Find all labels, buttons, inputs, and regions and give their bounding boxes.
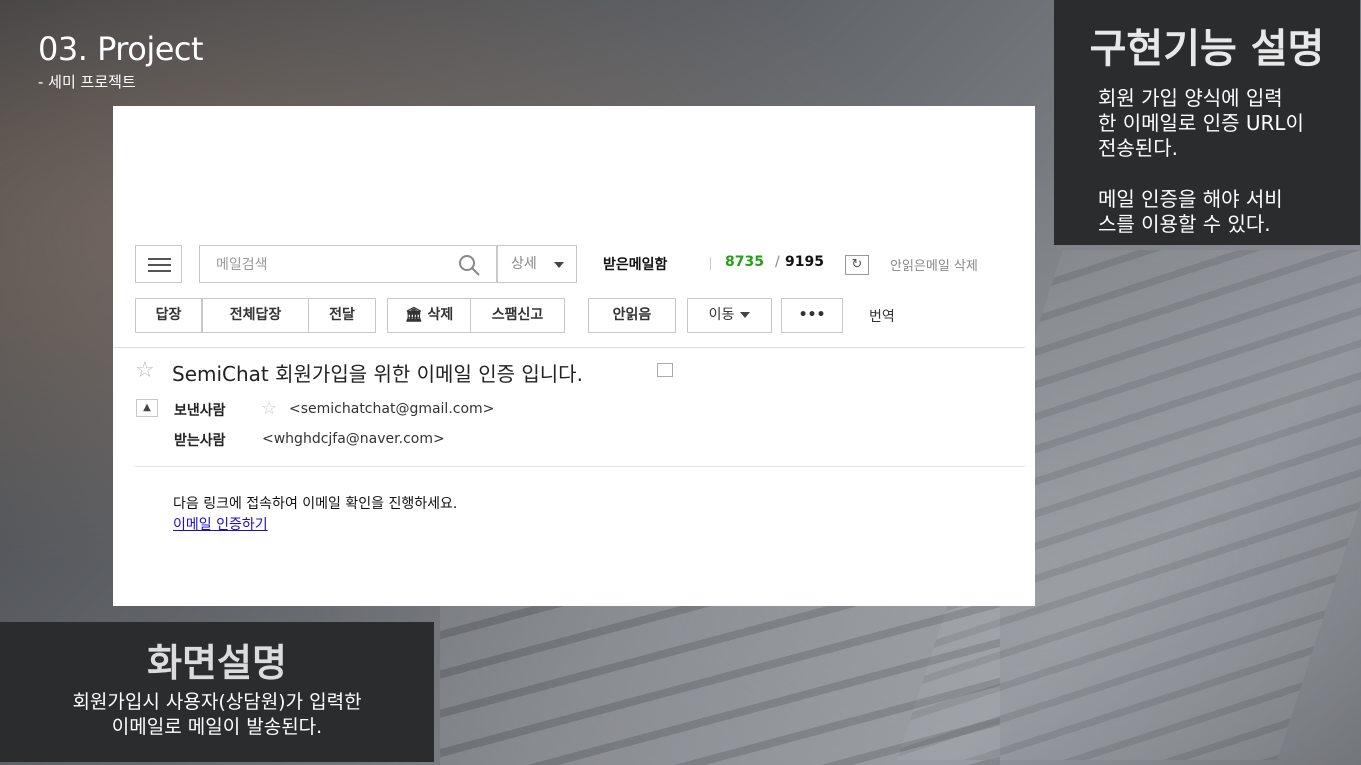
move-dropdown[interactable]: 이동: [687, 298, 772, 333]
mark-unread-button[interactable]: 안읽음: [588, 298, 676, 333]
delete-button[interactable]: 🏛 삭제: [387, 298, 471, 333]
reply-button[interactable]: 답장: [135, 298, 202, 333]
feature-text-1: 회원 가입 양식에 입력 한 이메일로 인증 URL이 전송된다.: [1098, 86, 1348, 161]
chevron-down-icon: [740, 312, 751, 318]
forward-button[interactable]: 전달: [308, 298, 376, 333]
screen-heading: 화면설명: [147, 641, 287, 685]
search-detail-label: 상세: [511, 256, 537, 272]
translate-button[interactable]: 번역: [869, 306, 895, 326]
mail-subject: SemiChat 회원가입을 위한 이메일 인증 입니다.: [172, 362, 583, 386]
mail-top-toolbar: 상세 받은메일함 8735 / 9195 ↻ 안읽은메일 삭제: [135, 245, 1015, 283]
from-label: 보낸사람: [174, 403, 226, 419]
search-detail-dropdown[interactable]: 상세: [497, 245, 577, 283]
reply-all-button[interactable]: 전체답장: [202, 298, 309, 333]
to-address[interactable]: <whghdcjfa@naver.com>: [262, 431, 445, 447]
mail-screenshot: 상세 받은메일함 8735 / 9195 ↻ 안읽은메일 삭제 답장 전체답장 …: [113, 106, 1035, 606]
hamburger-line-icon: [148, 270, 171, 272]
hamburger-line-icon: [148, 264, 171, 266]
slide-title: 03. Project: [38, 30, 204, 68]
refresh-icon[interactable]: ↻: [845, 255, 869, 275]
mail-search-input[interactable]: [216, 255, 446, 275]
unread-count[interactable]: 8735: [725, 254, 764, 270]
mail-search-box: [199, 245, 497, 283]
collapse-header-button[interactable]: ▲: [136, 399, 158, 417]
background-keyboard-decoration-lower: [440, 600, 1000, 765]
spam-report-button[interactable]: 스팸신고: [470, 298, 565, 333]
star-icon[interactable]: ☆: [135, 358, 155, 383]
feature-text-2-line-2: 스를 이용할 수 있다.: [1098, 212, 1271, 236]
more-options-button[interactable]: •••: [781, 298, 843, 333]
count-separator: /: [775, 254, 780, 270]
sender-star-icon[interactable]: ☆: [261, 398, 277, 419]
search-icon[interactable]: [458, 254, 480, 276]
feature-description-panel: 구현기능 설명 회원 가입 양식에 입력 한 이메일로 인증 URL이 전송된다…: [1054, 0, 1360, 245]
mail-body-text: 다음 링크에 접속하여 이메일 확인을 진행하세요.: [173, 496, 458, 512]
mail-action-toolbar: 답장 전체답장 전달 🏛 삭제 스팸신고 안읽음 이동 ••• 번역: [135, 298, 1015, 333]
from-address[interactable]: <semichatchat@gmail.com>: [289, 401, 494, 417]
delete-unread-button[interactable]: 안읽은메일 삭제: [890, 255, 978, 274]
screen-text-line-1: 회원가입시 사용자(상담원)가 입력한: [72, 691, 362, 713]
slide-subtitle: - 세미 프로젝트: [38, 73, 136, 91]
move-label: 이동: [708, 307, 735, 323]
feature-heading: 구현기능 설명: [1089, 26, 1325, 72]
to-label: 받는사람: [174, 433, 226, 449]
feature-text-1-line-2: 한 이메일로 인증 URL이: [1098, 111, 1304, 135]
feature-text-2-line-1: 메일 인증을 해야 서비: [1098, 187, 1283, 211]
feature-text-2: 메일 인증을 해야 서비 스를 이용할 수 있다.: [1098, 187, 1348, 237]
delete-button-label: 삭제: [427, 307, 454, 323]
screen-text: 회원가입시 사용자(상담원)가 입력한 이메일로 메일이 발송된다.: [0, 690, 434, 740]
email-verify-link[interactable]: 이메일 인증하기: [173, 514, 268, 534]
hamburger-line-icon: [148, 258, 171, 260]
chevron-down-icon: [554, 262, 564, 268]
screen-text-line-2: 이메일로 메일이 발송된다.: [111, 716, 323, 738]
popout-icon[interactable]: [657, 363, 673, 377]
trash-icon: 🏛: [404, 307, 423, 323]
divider: [113, 347, 1025, 348]
screen-description-panel: 화면설명 회원가입시 사용자(상담원)가 입력한 이메일로 메일이 발송된다.: [0, 622, 434, 762]
hamburger-menu-button[interactable]: [135, 245, 182, 283]
divider: [710, 257, 711, 270]
feature-text-1-line-1: 회원 가입 양식에 입력: [1098, 86, 1283, 110]
total-count: 9195: [785, 254, 824, 270]
divider: [135, 466, 1025, 467]
inbox-label[interactable]: 받은메일함: [603, 254, 667, 274]
feature-text-1-line-3: 전송된다.: [1098, 136, 1178, 160]
